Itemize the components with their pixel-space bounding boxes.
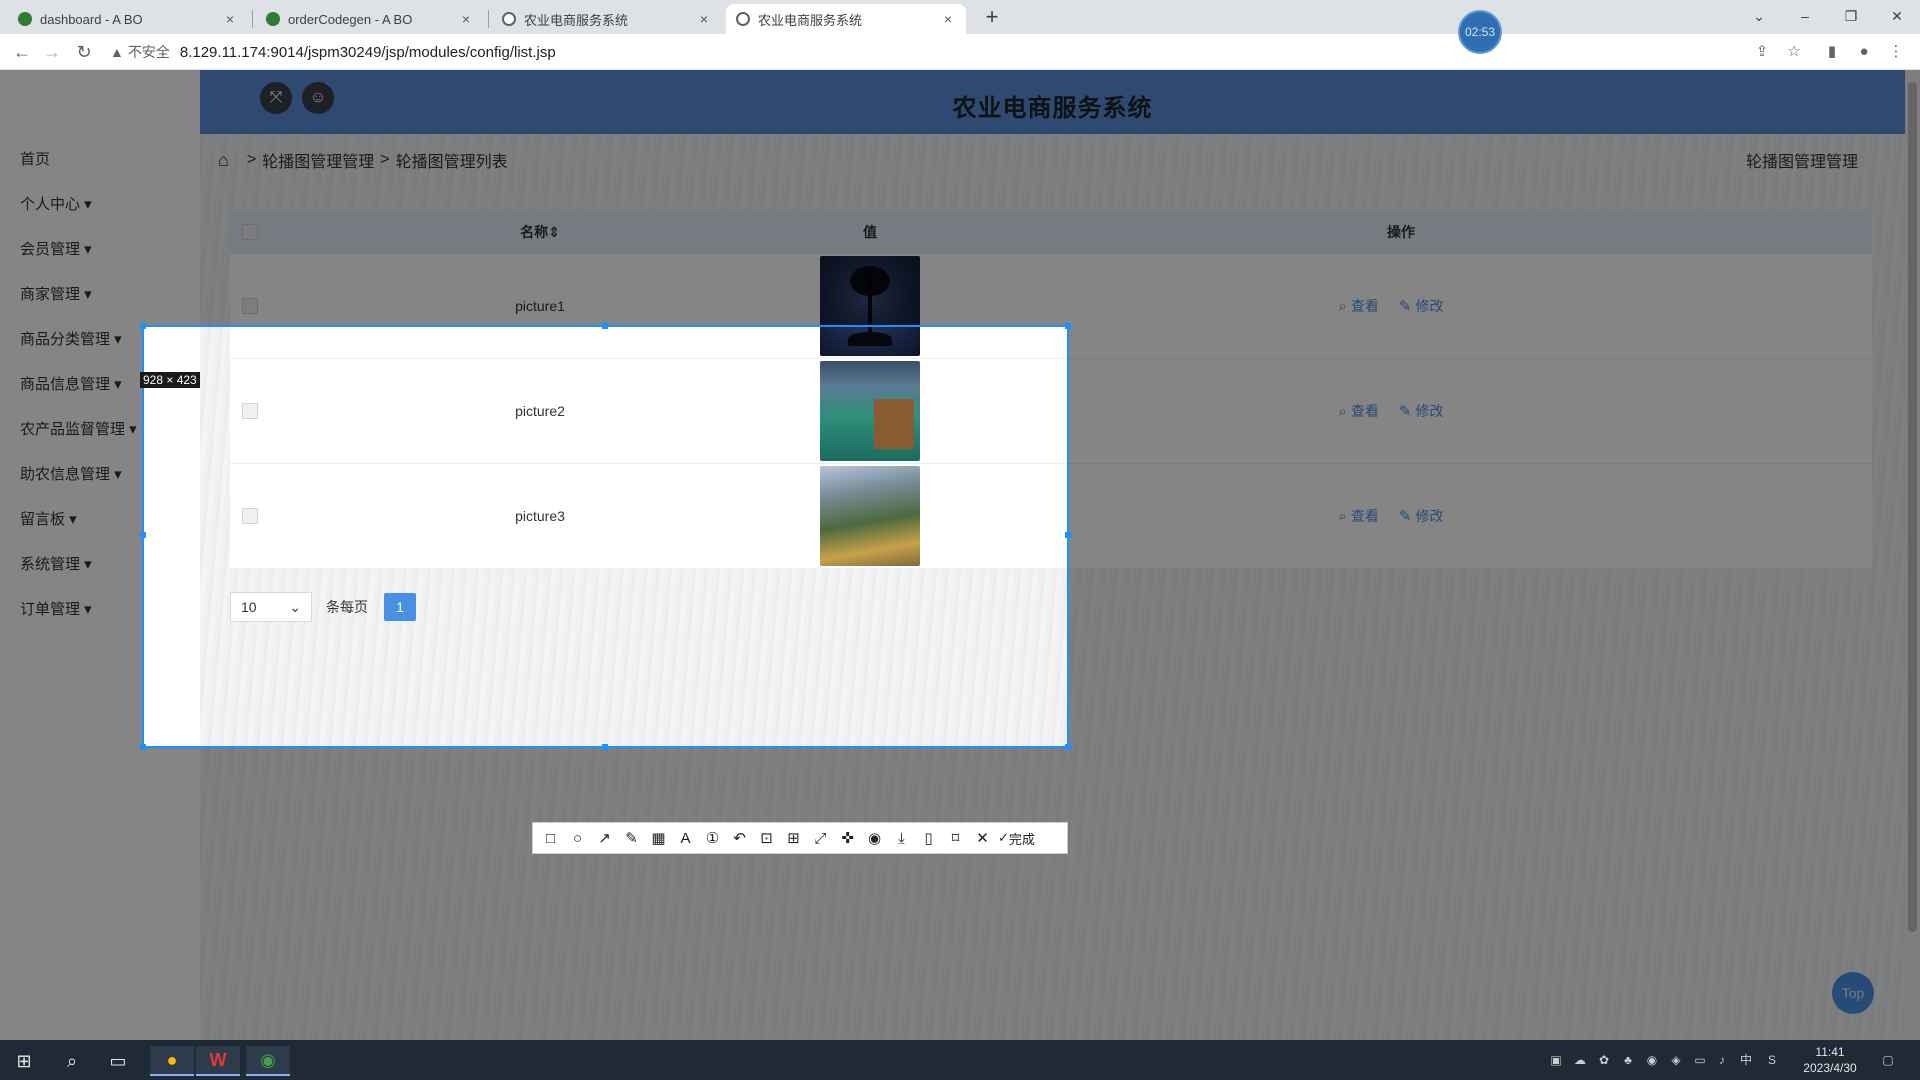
- clock-time: 11:41: [1815, 1045, 1845, 1059]
- tab-separator: [252, 10, 253, 28]
- more-menu-icon[interactable]: ⋮: [1886, 42, 1906, 62]
- check-icon: ✓: [998, 830, 1009, 845]
- onedrive-icon[interactable]: ☁: [1572, 1052, 1588, 1068]
- windows-start-icon[interactable]: ⊞: [2, 1046, 46, 1076]
- reload-icon[interactable]: ↻: [72, 40, 96, 64]
- mosaic-tool-icon[interactable]: ▦: [645, 825, 672, 851]
- text-tool-icon[interactable]: A: [672, 825, 699, 851]
- finish-capture-button[interactable]: ✓ 完成: [998, 829, 1035, 848]
- resize-handle[interactable]: [1065, 532, 1071, 538]
- wechat-tray-icon[interactable]: ◉: [1644, 1052, 1660, 1068]
- capture-selection-box[interactable]: [140, 323, 1071, 750]
- chrome-app-icon[interactable]: ●: [150, 1046, 194, 1076]
- browser-tabstrip: dashboard - A BO × orderCodegen - A BO ×…: [0, 0, 1920, 34]
- address-bar[interactable]: ▲ 不安全 8.129.11.174:9014/jspm30249/jsp/mo…: [110, 38, 1750, 66]
- network-icon[interactable]: ▭: [1692, 1052, 1708, 1068]
- tab-search-chevron-icon[interactable]: ⌄: [1744, 4, 1774, 28]
- bookmark-icon[interactable]: ⌑: [942, 825, 969, 851]
- record-icon[interactable]: ◉: [861, 825, 888, 851]
- browser-tab-1[interactable]: dashboard - A BO ×: [8, 4, 248, 34]
- warning-triangle-icon: ▲: [110, 44, 124, 60]
- browser-tab-3[interactable]: 农业电商服务系统 ×: [492, 4, 722, 34]
- browser-toolbar: ← → ↻ ▲ 不安全 8.129.11.174:9014/jspm30249/…: [0, 34, 1920, 70]
- tab-close-icon[interactable]: ×: [458, 11, 474, 27]
- download-icon[interactable]: ⤓: [888, 825, 915, 851]
- tab-title: dashboard - A BO: [40, 11, 143, 27]
- tab-separator: [488, 10, 489, 28]
- restore-window-icon[interactable]: ❐: [1836, 4, 1866, 28]
- globe-icon: [736, 12, 750, 26]
- task-view-icon[interactable]: ▭: [96, 1046, 140, 1076]
- close-window-icon[interactable]: ✕: [1882, 4, 1912, 28]
- translate-tool-icon[interactable]: ⊞: [780, 825, 807, 851]
- resize-handle[interactable]: [602, 323, 608, 329]
- tab-title: 农业电商服务系统: [524, 12, 629, 28]
- ellipse-tool-icon[interactable]: ○: [564, 825, 591, 851]
- resize-handle[interactable]: [1065, 323, 1071, 329]
- search-icon[interactable]: ⌕: [50, 1046, 94, 1076]
- resize-handle[interactable]: [140, 744, 146, 750]
- tray-app-icon[interactable]: ▣: [1548, 1052, 1564, 1068]
- pin-icon[interactable]: ✜: [834, 825, 861, 851]
- new-tab-button[interactable]: +: [978, 6, 1006, 30]
- resize-handle[interactable]: [140, 323, 146, 329]
- resize-handle[interactable]: [1065, 744, 1071, 750]
- profile-icon[interactable]: ●: [1854, 42, 1874, 62]
- tab-title: 农业电商服务系统: [758, 12, 863, 28]
- system-clock[interactable]: 11:41 2023/4/30: [1800, 1044, 1860, 1076]
- long-screenshot-icon[interactable]: ⤢: [807, 825, 834, 851]
- capture-dim-overlay: [1069, 325, 1920, 748]
- side-panel-icon[interactable]: ▮: [1822, 42, 1842, 62]
- share-icon[interactable]: ⇪: [1752, 42, 1772, 62]
- tab-favicon-icon: [18, 12, 32, 26]
- rectangle-tool-icon[interactable]: □: [537, 825, 564, 851]
- sogou-input-icon[interactable]: S: [1764, 1052, 1780, 1068]
- clock-date: 2023/4/30: [1803, 1061, 1857, 1075]
- sequence-number-tool-icon[interactable]: ①: [699, 825, 726, 851]
- minimize-window-icon[interactable]: –: [1790, 4, 1820, 28]
- capture-toolbar: □ ○ ↗ ✎ ▦ A ① ↶ ⊡ ⊞ ⤢ ✜ ◉ ⤓ ▯ ⌑ ✕ ✓ 完成: [532, 822, 1068, 854]
- capture-size-label: 928 × 423: [140, 372, 200, 388]
- tab-close-icon[interactable]: ×: [940, 11, 956, 27]
- pen-tool-icon[interactable]: ✎: [618, 825, 645, 851]
- undo-icon[interactable]: ↶: [726, 825, 753, 851]
- capture-dim-overlay: [0, 325, 142, 748]
- volume-icon[interactable]: ♪: [1714, 1052, 1730, 1068]
- browser-tab-2[interactable]: orderCodegen - A BO ×: [256, 4, 484, 34]
- forward-arrow-icon[interactable]: →: [40, 40, 64, 64]
- recording-timer-badge[interactable]: 02:53: [1458, 10, 1502, 54]
- resize-handle[interactable]: [140, 532, 146, 538]
- tray-app-icon[interactable]: ✿: [1596, 1052, 1612, 1068]
- wechat-app-icon[interactable]: ◉: [246, 1046, 290, 1076]
- os-taskbar: ⊞ ⌕ ▭ ● W ◉ ▣ ☁ ✿ ♣ ◉ ◈ ▭ ♪ 中 S 11:41 20…: [0, 1040, 1920, 1080]
- browser-tab-4-active[interactable]: 农业电商服务系统 ×: [726, 4, 966, 34]
- tab-close-icon[interactable]: ×: [696, 11, 712, 27]
- bookmark-star-icon[interactable]: ☆: [1784, 42, 1804, 62]
- shield-icon[interactable]: ◈: [1668, 1052, 1684, 1068]
- tray-app-icon[interactable]: ♣: [1620, 1052, 1636, 1068]
- ime-indicator[interactable]: 中: [1738, 1052, 1754, 1068]
- tab-favicon-icon: [266, 12, 280, 26]
- cancel-capture-icon[interactable]: ✕: [969, 825, 996, 851]
- tab-close-icon[interactable]: ×: [222, 11, 238, 27]
- back-arrow-icon[interactable]: ←: [10, 40, 34, 64]
- security-status: 不安全: [127, 44, 170, 60]
- resize-handle[interactable]: [602, 744, 608, 750]
- arrow-tool-icon[interactable]: ↗: [591, 825, 618, 851]
- capture-dim-overlay: [0, 70, 1920, 325]
- tab-title: orderCodegen - A BO: [288, 11, 413, 27]
- url-text[interactable]: 8.129.11.174:9014/jspm30249/jsp/modules/…: [180, 44, 556, 61]
- globe-icon: [502, 12, 516, 26]
- phone-send-icon[interactable]: ▯: [915, 825, 942, 851]
- ocr-tool-icon[interactable]: ⊡: [753, 825, 780, 851]
- wps-app-icon[interactable]: W: [196, 1046, 240, 1076]
- capture-dim-overlay: [0, 748, 1920, 1040]
- notification-center-icon[interactable]: ▢: [1880, 1052, 1896, 1068]
